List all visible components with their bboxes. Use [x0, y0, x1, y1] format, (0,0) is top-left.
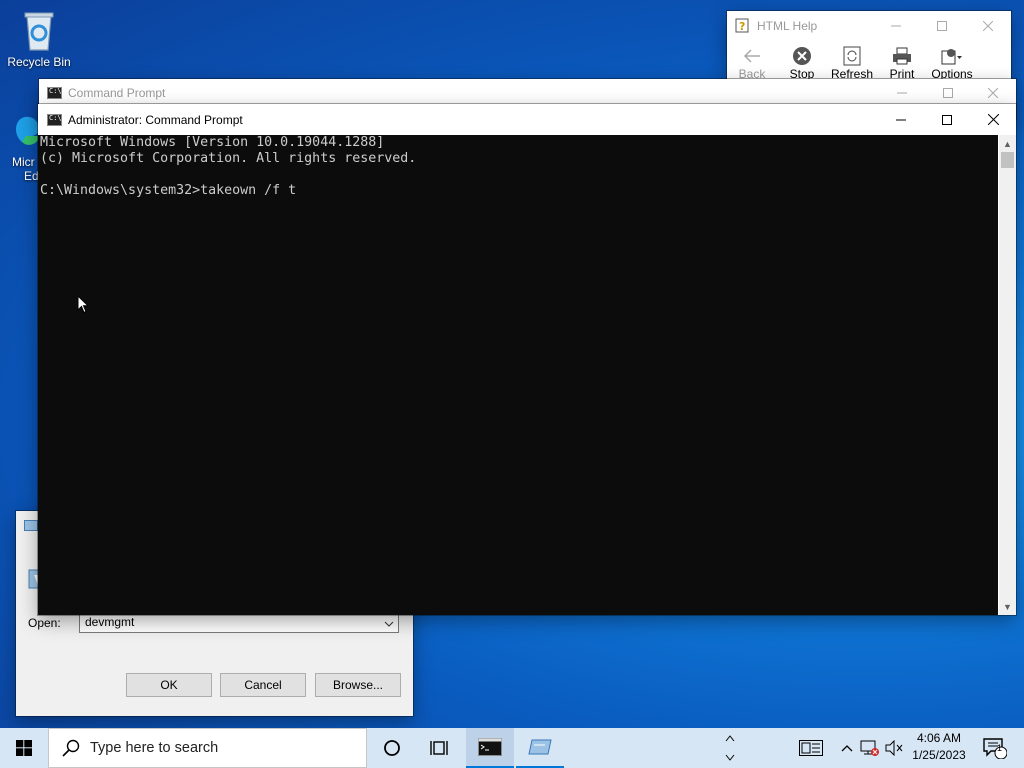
cmd-back-icon: [47, 87, 62, 99]
cmd-titlebar[interactable]: Administrator: Command Prompt: [38, 104, 1016, 135]
chevron-down-icon[interactable]: [725, 754, 735, 762]
refresh-icon: [843, 46, 861, 66]
command-prompt-icon: [478, 738, 502, 756]
recycle-bin-desktop-icon[interactable]: Recycle Bin: [1, 8, 77, 69]
taskbar-scroll-control[interactable]: [722, 728, 738, 768]
clock-time: 4:06 AM: [916, 731, 962, 745]
browse-button[interactable]: Browse...: [315, 673, 401, 697]
network-button[interactable]: [859, 728, 881, 768]
cmd-maximize-button[interactable]: [924, 104, 970, 135]
cmd-title: Administrator: Command Prompt: [68, 112, 243, 127]
news-icon: [799, 740, 823, 756]
svg-text:?: ?: [739, 20, 745, 33]
back-arrow-icon: [743, 49, 760, 63]
volume-muted-icon: [885, 740, 903, 756]
run-app-taskbar-icon: [528, 739, 552, 755]
search-icon: [62, 739, 80, 757]
cmd-back-maximize-button[interactable]: [925, 79, 971, 107]
console-prompt-line: C:\Windows\system32>takeown /f t: [40, 183, 297, 198]
volume-button[interactable]: [883, 728, 905, 768]
stop-icon: [793, 47, 811, 65]
ok-label: OK: [160, 678, 178, 692]
scroll-up-icon[interactable]: ▲: [999, 135, 1016, 152]
clock-date: 1/25/2023: [912, 748, 966, 762]
taskbar-cmd-button[interactable]: [466, 728, 514, 768]
chevron-up-icon: [841, 745, 853, 752]
console-scrollbar[interactable]: ▲ ▼: [999, 135, 1016, 615]
network-disconnected-icon: [860, 740, 879, 756]
scrollbar-thumb[interactable]: [1001, 152, 1014, 168]
edge-label-line1: Micr: [12, 155, 35, 169]
command-prompt-window[interactable]: Administrator: Command Prompt Microsoft …: [38, 104, 1016, 615]
open-label: Open:: [28, 616, 61, 630]
browse-label: Browse...: [332, 678, 383, 692]
taskbar-run-button[interactable]: [516, 728, 564, 768]
chevron-down-icon[interactable]: [384, 617, 394, 631]
taskbar: Type here to search 4:06 AM 1/25/2023 1: [0, 728, 1024, 768]
html-help-maximize-button[interactable]: [919, 11, 965, 41]
cmd-icon: [47, 113, 62, 126]
cmd-back-close-button[interactable]: [970, 79, 1016, 107]
console-line: Microsoft Windows [Version 10.0.19044.12…: [40, 135, 385, 150]
cortana-circle-icon: [384, 740, 400, 756]
cmd-back-title: Command Prompt: [68, 86, 166, 100]
windows-logo-icon: [16, 740, 32, 756]
show-hidden-icons-button[interactable]: [838, 728, 856, 768]
start-button[interactable]: [0, 728, 48, 768]
notification-icon: [983, 738, 1007, 759]
cancel-button[interactable]: Cancel: [220, 673, 306, 697]
open-combobox-value: devmgmt: [85, 615, 135, 629]
search-placeholder: Type here to search: [90, 740, 219, 756]
help-icon: ?: [735, 17, 751, 36]
edge-desktop-icon[interactable]: Micr Ed: [0, 112, 40, 183]
html-help-minimize-button[interactable]: [873, 11, 919, 41]
console-output[interactable]: Microsoft Windows [Version 10.0.19044.12…: [38, 135, 998, 615]
news-widget-button[interactable]: [796, 728, 826, 768]
taskbar-search-box[interactable]: Type here to search: [48, 728, 367, 768]
cmd-minimize-button[interactable]: [878, 104, 924, 135]
console-line: (c) Microsoft Corporation. All rights re…: [40, 151, 417, 166]
recycle-bin-icon: [21, 8, 57, 52]
options-icon: [941, 49, 962, 65]
task-view-button[interactable]: [416, 728, 464, 768]
mouse-cursor-icon: [77, 294, 90, 317]
cmd-back-titlebar[interactable]: Command Prompt: [39, 79, 1016, 107]
chevron-up-icon[interactable]: [725, 734, 735, 742]
cmd-back-minimize-button[interactable]: [879, 79, 925, 107]
cmd-close-button[interactable]: [970, 104, 1016, 135]
printer-icon: [893, 47, 911, 65]
html-help-title: HTML Help: [757, 19, 818, 33]
scroll-down-icon[interactable]: ▼: [999, 598, 1016, 615]
html-help-titlebar[interactable]: ? HTML Help: [727, 11, 1011, 41]
run-title-icon: [24, 519, 38, 534]
task-view-icon: [430, 741, 448, 755]
action-center-button[interactable]: 1: [978, 728, 1012, 768]
html-help-close-button[interactable]: [965, 11, 1011, 41]
recycle-bin-label: Recycle Bin: [7, 55, 71, 69]
cortana-button[interactable]: [368, 728, 416, 768]
notification-badge: 1: [997, 743, 1003, 753]
ok-button[interactable]: OK: [126, 673, 212, 697]
cancel-label: Cancel: [244, 678, 282, 692]
taskbar-clock[interactable]: 4:06 AM 1/25/2023: [908, 730, 970, 764]
